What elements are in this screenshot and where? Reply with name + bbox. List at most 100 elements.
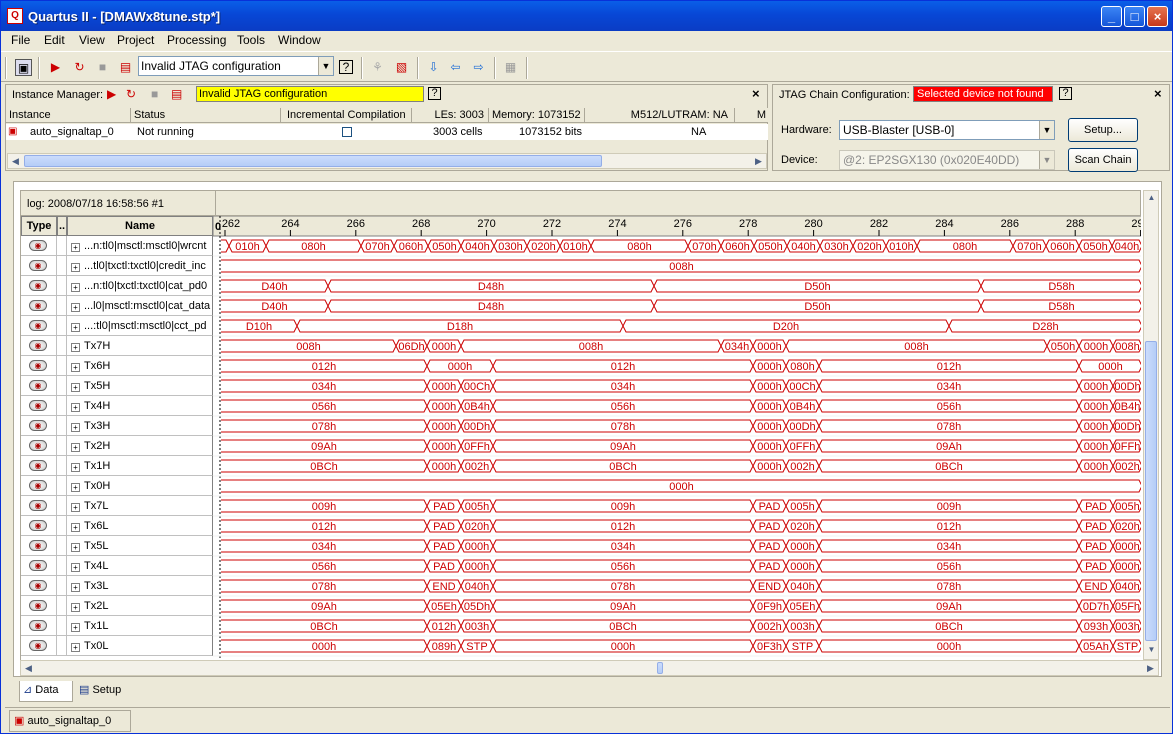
expand-icon[interactable]: + <box>71 583 80 592</box>
menu-project[interactable]: Project <box>117 33 154 47</box>
signal-name-cell[interactable]: + Tx3H <box>67 416 213 436</box>
menu-view[interactable]: View <box>79 33 105 47</box>
expand-icon[interactable]: + <box>71 543 80 552</box>
run-analysis-icon[interactable]: ▶ <box>47 59 64 76</box>
expand-icon[interactable]: + <box>71 603 80 612</box>
close-icon[interactable]: × <box>1154 86 1162 101</box>
expand-icon[interactable]: + <box>71 323 80 332</box>
chevron-down-icon[interactable]: ▼ <box>1039 151 1054 169</box>
scroll-up-icon[interactable]: ▲ <box>1144 191 1159 205</box>
incremental-checkbox[interactable] <box>342 127 352 137</box>
signal-name-cell[interactable]: + Tx1L <box>67 616 213 636</box>
instance-row[interactable] <box>6 124 768 140</box>
col-header-m[interactable]: M <box>735 108 768 123</box>
scroll-right-icon[interactable]: ▶ <box>751 154 766 168</box>
signal-name-cell[interactable]: + ...:tl0|msctl:msctl0|cct_pd <box>67 316 213 336</box>
signal-name-cell[interactable]: + Tx6H <box>67 356 213 376</box>
stop-analysis-icon[interactable]: ■ <box>94 59 111 76</box>
signal-name-cell[interactable]: + Tx7L <box>67 496 213 516</box>
scan-chain-button[interactable]: Scan Chain <box>1068 148 1138 172</box>
signal-name-cell[interactable]: + Tx2H <box>67 436 213 456</box>
signal-name-cell[interactable]: + Tx5L <box>67 536 213 556</box>
expand-icon[interactable]: + <box>71 303 80 312</box>
scroll-thumb[interactable] <box>1145 341 1157 641</box>
run-icon[interactable]: ▶ <box>107 87 116 101</box>
expand-icon[interactable]: + <box>71 623 80 632</box>
close-button[interactable]: × <box>1147 6 1168 27</box>
close-icon[interactable]: × <box>752 86 760 101</box>
name-column-header[interactable]: Name <box>67 216 213 236</box>
waveform-display[interactable]: 0 262 264 266 268 270 272 274 276 278 280 282 284 286… <box>213 216 1141 660</box>
menu-edit[interactable]: Edit <box>44 33 65 47</box>
signal-name-cell[interactable]: + Tx1H <box>67 456 213 476</box>
signal-name-cell[interactable]: + Tx4L <box>67 556 213 576</box>
expand-icon[interactable]: + <box>71 463 80 472</box>
status-instance-tab[interactable]: ▣ auto_signaltap_0 <box>9 710 131 732</box>
arrow-down-icon[interactable]: ⇩ <box>425 59 442 76</box>
scroll-left-icon[interactable]: ◀ <box>21 661 36 675</box>
expand-icon[interactable]: + <box>71 283 80 292</box>
signal-name-cell[interactable]: + Tx7H <box>67 336 213 356</box>
scroll-left-icon[interactable]: ◀ <box>8 154 23 168</box>
expand-icon[interactable]: + <box>71 483 80 492</box>
expand-icon[interactable]: + <box>71 523 80 532</box>
stop-icon[interactable]: ■ <box>151 87 158 101</box>
col-header-status[interactable]: Status <box>131 108 281 123</box>
expand-icon[interactable]: + <box>71 343 80 352</box>
fullscreen-icon[interactable]: ▦ <box>502 59 519 76</box>
signal-name-cell[interactable]: + Tx0H <box>67 476 213 496</box>
alias-column-header[interactable]: .. <box>57 216 67 236</box>
signal-name-cell[interactable]: + Tx3L <box>67 576 213 596</box>
read-data-icon[interactable]: ▤ <box>117 59 134 76</box>
help-icon[interactable]: ? <box>339 60 353 74</box>
autorun-analysis-icon[interactable]: ↻ <box>71 59 88 76</box>
waveform-vscrollbar[interactable]: ▲ ▼ <box>1143 190 1159 660</box>
scroll-right-icon[interactable]: ▶ <box>1143 661 1158 675</box>
signal-name-cell[interactable]: + Tx2L <box>67 596 213 616</box>
signal-name-cell[interactable]: + Tx6L <box>67 516 213 536</box>
menu-window[interactable]: Window <box>278 33 321 47</box>
col-header-les[interactable]: LEs: 3003 <box>412 108 489 123</box>
expand-icon[interactable]: + <box>71 443 80 452</box>
expand-icon[interactable]: + <box>71 643 80 652</box>
menu-tools[interactable]: Tools <box>237 33 265 47</box>
tab-setup[interactable]: ▤ Setup <box>75 681 135 702</box>
arrow-left-icon[interactable]: ⇦ <box>447 59 464 76</box>
scroll-down-icon[interactable]: ▼ <box>1144 643 1159 657</box>
help-icon[interactable]: ? <box>1059 87 1072 100</box>
help-icon[interactable]: ? <box>428 87 441 100</box>
compile-icon[interactable]: ▧ <box>393 59 410 76</box>
expand-icon[interactable]: + <box>71 423 80 432</box>
signal-name-cell[interactable]: + ...n:tl0|txctl:txctl0|cat_pd0 <box>67 276 213 296</box>
expand-icon[interactable]: + <box>71 263 80 272</box>
menu-processing[interactable]: Processing <box>167 33 226 47</box>
program-device-icon[interactable]: ⚘ <box>369 59 386 76</box>
autorun-icon[interactable]: ↻ <box>126 87 136 101</box>
instance-hscrollbar[interactable]: ◀ ▶ <box>7 153 767 169</box>
expand-icon[interactable]: + <box>71 383 80 392</box>
arrow-right-icon[interactable]: ⇨ <box>470 59 487 76</box>
expand-icon[interactable]: + <box>71 403 80 412</box>
chevron-down-icon[interactable]: ▼ <box>1039 121 1054 139</box>
device-select[interactable]: @2: EP2SGX130 (0x020E40DD) ▼ <box>839 150 1055 170</box>
hardware-select[interactable]: USB-Blaster [USB-0] ▼ <box>839 120 1055 140</box>
tab-data[interactable]: ⊿ Data <box>19 681 73 702</box>
scroll-thumb[interactable] <box>657 662 663 674</box>
minimize-button[interactable]: _ <box>1101 6 1122 27</box>
type-column-header[interactable]: Type <box>21 216 57 236</box>
jtag-status-combo[interactable]: Invalid JTAG configuration ▼ <box>138 56 334 76</box>
signal-name-cell[interactable]: + ...tl0|txctl:txctl0|credit_inc <box>67 256 213 276</box>
chevron-down-icon[interactable]: ▼ <box>318 57 333 75</box>
expand-icon[interactable]: + <box>71 363 80 372</box>
waveform-hscrollbar[interactable]: ◀ ▶ <box>20 660 1159 676</box>
col-header-instance[interactable]: Instance <box>6 108 131 123</box>
signal-name-cell[interactable]: + Tx5H <box>67 376 213 396</box>
signal-name-cell[interactable]: + ...n:tl0|msctl:msctl0|wrcnt <box>67 236 213 256</box>
setup-button[interactable]: Setup... <box>1068 118 1138 142</box>
expand-icon[interactable]: + <box>71 563 80 572</box>
col-header-m512[interactable]: M512/LUTRAM: NA <box>585 108 735 123</box>
col-header-incremental[interactable]: Incremental Compilation <box>281 108 412 123</box>
col-header-memory[interactable]: Memory: 1073152 <box>489 108 585 123</box>
signal-name-cell[interactable]: + Tx4H <box>67 396 213 416</box>
signal-name-cell[interactable]: + Tx0L <box>67 636 213 656</box>
